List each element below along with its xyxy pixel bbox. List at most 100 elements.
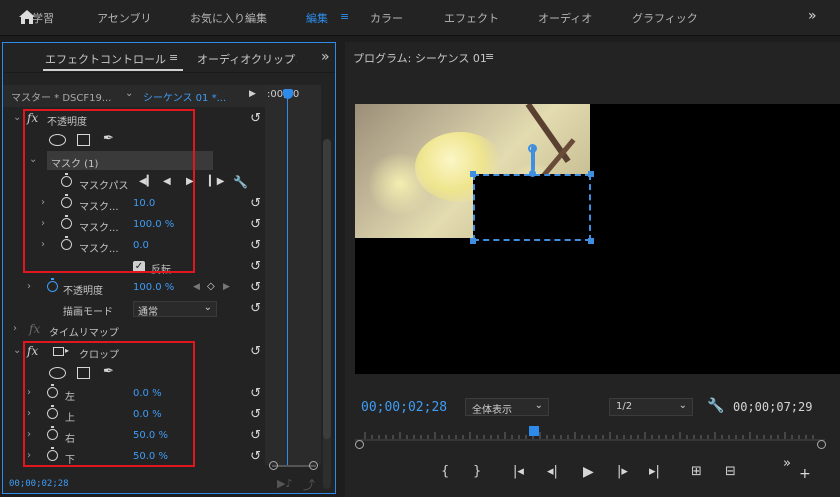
track-forward-icon[interactable]: ▎▶ bbox=[209, 176, 224, 187]
keyframe-prev-icon[interactable]: ◀ bbox=[193, 282, 200, 292]
zoom-value: 全体表示 bbox=[472, 405, 512, 416]
effect-controls-panel: エフェクトコントロール ≡ オーディオクリップミ » マスター * DSCF19… bbox=[2, 42, 336, 494]
playhead-line bbox=[287, 97, 288, 465]
reset-icon[interactable]: ↺ bbox=[250, 111, 261, 126]
play-icon[interactable]: ▶ bbox=[583, 464, 594, 480]
chevron-down-icon[interactable]: ⌄ bbox=[13, 112, 21, 123]
zoom-dropdown[interactable]: 全体表示 ⌄ bbox=[465, 398, 549, 416]
step-forward-icon[interactable]: |▸ bbox=[617, 464, 628, 479]
reset-icon[interactable]: ↺ bbox=[250, 301, 261, 316]
reset-icon[interactable]: ↺ bbox=[250, 196, 261, 211]
reset-icon[interactable]: ↺ bbox=[250, 217, 261, 232]
opacity-label: 不透明度 bbox=[63, 286, 103, 297]
add-button-icon[interactable]: + bbox=[799, 466, 811, 482]
mask-anchor-handle[interactable] bbox=[529, 170, 536, 177]
blend-mode-row: 描画モード 通常 ⌄ ↺ bbox=[3, 299, 265, 320]
wrench-icon[interactable]: 🔧 bbox=[707, 398, 724, 414]
current-timecode[interactable]: 00;00;02;28 bbox=[9, 479, 69, 489]
panel-menu-icon[interactable]: ≡ bbox=[485, 50, 494, 63]
reset-icon[interactable]: ↺ bbox=[250, 386, 261, 401]
chevron-down-icon: ⌄ bbox=[203, 302, 212, 313]
extract-icon[interactable]: ⊟ bbox=[725, 464, 736, 479]
highlight-box-mask bbox=[23, 109, 195, 273]
workspace-tab-favorite-edit[interactable]: お気に入り編集 bbox=[190, 10, 267, 26]
reset-icon[interactable]: ↺ bbox=[250, 407, 261, 422]
reset-icon[interactable]: ↺ bbox=[250, 238, 261, 253]
play-triangle-icon[interactable]: ▶ bbox=[249, 89, 256, 99]
tab-effect-controls[interactable]: エフェクトコントロール bbox=[45, 51, 166, 67]
clip-header: マスター * DSCF19... ⌄ シーケンス 01 *... ▶ bbox=[3, 85, 265, 107]
workspace-tab-effects[interactable]: エフェクト bbox=[444, 10, 499, 26]
go-to-in-icon[interactable]: |◂ bbox=[513, 464, 524, 479]
hamburger-icon[interactable]: ≡ bbox=[340, 10, 349, 23]
blend-mode-dropdown[interactable]: 通常 ⌄ bbox=[133, 301, 217, 318]
program-playhead[interactable] bbox=[528, 426, 539, 436]
program-monitor: プログラム: シーケンス 01 ≡ 00;00;02;28 全体表示 ⌄ 1/2… bbox=[345, 42, 840, 497]
chevron-down-icon: ⌄ bbox=[678, 400, 687, 411]
export-frame-icon[interactable]: ⤴ bbox=[303, 476, 315, 493]
workspace-tab-assembly[interactable]: アセンブリ bbox=[97, 10, 151, 26]
step-back-icon[interactable]: ◂| bbox=[547, 464, 558, 479]
time-remap-row[interactable]: › fx タイムリマップ bbox=[3, 320, 265, 341]
program-time-ruler[interactable] bbox=[355, 426, 826, 449]
scrollbar[interactable] bbox=[323, 139, 331, 489]
mark-out-icon[interactable]: } bbox=[473, 464, 481, 479]
playhead-handle[interactable] bbox=[283, 89, 293, 99]
effect-timeline[interactable]: :00;00 bbox=[265, 85, 321, 465]
ruler-zoom-left-handle[interactable] bbox=[355, 440, 364, 449]
tab-audio-clip-mixer[interactable]: オーディオクリップミ bbox=[197, 51, 297, 67]
reset-icon[interactable]: ↺ bbox=[250, 259, 261, 274]
mask-feather-knob[interactable] bbox=[528, 144, 537, 153]
reset-icon[interactable]: ↺ bbox=[250, 449, 261, 464]
blend-mode-label: 描画モード bbox=[63, 307, 113, 318]
reset-icon[interactable]: ↺ bbox=[250, 428, 261, 443]
chevron-down-icon[interactable]: ⌄ bbox=[125, 88, 133, 99]
panel-overflow-icon[interactable]: » bbox=[321, 49, 330, 65]
workspace-tab-color[interactable]: カラー bbox=[370, 10, 403, 26]
mask-outline[interactable] bbox=[473, 174, 591, 241]
more-workspaces-icon[interactable]: » bbox=[808, 8, 817, 24]
time-remap-label: タイムリマップ bbox=[49, 328, 119, 339]
program-duration-timecode: 00;00;07;29 bbox=[733, 400, 813, 414]
sequence-clip-label[interactable]: シーケンス 01 *... bbox=[143, 89, 226, 104]
reset-icon[interactable]: ↺ bbox=[250, 280, 261, 295]
program-current-timecode[interactable]: 00;00;02;28 bbox=[361, 400, 447, 415]
mask-vertex-handle[interactable] bbox=[588, 238, 594, 244]
workspace-tab-audio[interactable]: オーディオ bbox=[538, 10, 592, 26]
opacity-value[interactable]: 100.0 % bbox=[133, 282, 174, 293]
more-controls-icon[interactable]: » bbox=[783, 456, 791, 471]
resolution-dropdown[interactable]: 1/2 ⌄ bbox=[609, 398, 693, 416]
master-clip-label[interactable]: マスター * DSCF19... bbox=[11, 89, 111, 104]
opacity-value-row: › 不透明度 100.0 % ◀ ◇ ▶ ↺ bbox=[3, 278, 265, 299]
active-tab-underline bbox=[43, 69, 183, 71]
reset-icon[interactable]: ↺ bbox=[250, 344, 261, 359]
tab-menu-icon[interactable]: ≡ bbox=[169, 51, 178, 64]
panel-tab-bar: エフェクトコントロール ≡ オーディオクリップミ » bbox=[3, 43, 335, 73]
mark-in-icon[interactable]: { bbox=[441, 464, 449, 479]
mask-vertex-handle[interactable] bbox=[470, 238, 476, 244]
workspace-tab-edit[interactable]: 編集 bbox=[306, 10, 328, 26]
keyframe-add-icon[interactable]: ◇ bbox=[207, 281, 215, 292]
mask-vertex-handle[interactable] bbox=[588, 171, 594, 177]
chevron-right-icon[interactable]: › bbox=[27, 281, 31, 292]
program-title[interactable]: プログラム: シーケンス 01 bbox=[353, 50, 487, 66]
chevron-down-icon[interactable]: ⌄ bbox=[13, 345, 21, 356]
workspace-tab-learn[interactable]: 学習 bbox=[32, 10, 54, 26]
highlight-box-crop bbox=[23, 341, 195, 467]
resolution-value: 1/2 bbox=[616, 401, 633, 412]
workspace-bar: 学習 アセンブリ お気に入り編集 編集 ≡ カラー エフェクト オーディオ グラ… bbox=[0, 0, 840, 36]
stopwatch-icon[interactable] bbox=[47, 278, 58, 292]
go-to-out-icon[interactable]: ▸| bbox=[649, 464, 660, 479]
fx-icon[interactable]: fx bbox=[29, 322, 40, 336]
zoom-slider[interactable] bbox=[269, 461, 319, 471]
video-canvas[interactable] bbox=[355, 104, 840, 374]
keyframe-next-icon[interactable]: ▶ bbox=[223, 282, 230, 292]
scrollbar-thumb[interactable] bbox=[323, 139, 331, 439]
lift-icon[interactable]: ⊞ bbox=[691, 464, 702, 479]
workspace-tab-graphics[interactable]: グラフィック bbox=[632, 10, 698, 26]
chevron-right-icon[interactable]: › bbox=[13, 323, 17, 334]
mask-vertex-handle[interactable] bbox=[470, 171, 476, 177]
audio-scrub-icon[interactable]: ▶♪ bbox=[277, 477, 292, 490]
wrench-icon[interactable]: 🔧 bbox=[233, 175, 248, 189]
ruler-zoom-right-handle[interactable] bbox=[817, 440, 826, 449]
